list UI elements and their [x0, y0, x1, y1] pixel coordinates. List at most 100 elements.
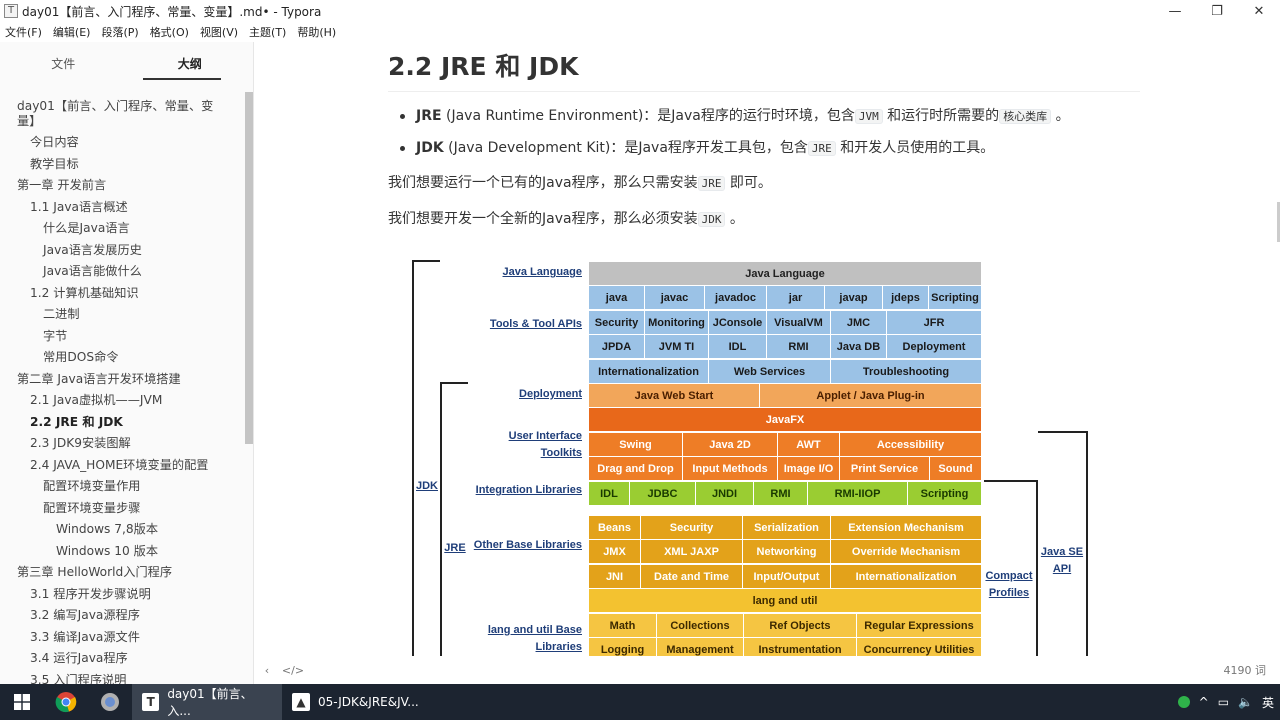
title-bar: T day01【前言、入门程序、常量、变量】.md• - Typora — ❐ … — [0, 0, 1280, 22]
diagram-cell: AWT — [778, 433, 840, 457]
diagram-cell: javac — [645, 286, 705, 310]
outline-item[interactable]: Windows 10 版本 — [0, 541, 244, 563]
toggle-sidebar-button[interactable]: ‹ — [254, 664, 280, 677]
java-se-api-label: Java SE API — [1040, 544, 1084, 578]
jdk-bracket — [412, 260, 440, 656]
menu-edit[interactable]: 编辑(E) — [53, 24, 91, 40]
sidebar-tabs: 文件 大纲 — [0, 42, 253, 82]
outline-item[interactable]: Java语言发展历史 — [0, 240, 244, 262]
diagram-cell: Input/Output — [743, 565, 831, 589]
tab-files[interactable]: 文件 — [0, 42, 127, 82]
diagram-row-label: lang and util Base Libraries — [487, 624, 582, 653]
ime-indicator[interactable]: 英 — [1262, 694, 1274, 711]
outline-item[interactable]: 2.4 JAVA_HOME环境变量的配置 — [0, 455, 244, 477]
menu-bar: 文件(F) 编辑(E) 段落(P) 格式(O) 视图(V) 主题(T) 帮助(H… — [0, 22, 1280, 42]
outline-item[interactable]: 1.1 Java语言概述 — [0, 197, 244, 219]
diagram-cell: Java DB — [831, 335, 887, 359]
diagram-cell: Security — [589, 311, 645, 335]
p1-text: 我们想要运行一个已有的Java程序，那么只需安装 — [388, 175, 698, 191]
outline-item[interactable]: 什么是Java语言 — [0, 218, 244, 240]
network-icon[interactable]: ▭ — [1218, 695, 1229, 709]
outline-item[interactable]: day01【前言、入门程序、常量、变量】 — [0, 96, 244, 132]
source-mode-button[interactable]: </> — [280, 664, 306, 677]
jvm-code: JVM — [854, 109, 883, 124]
menu-paragraph[interactable]: 段落(P) — [101, 24, 138, 40]
diagram-cell: javadoc — [705, 286, 767, 310]
paragraph-run-jre: 我们想要运行一个已有的Java程序，那么只需安装 JRE 即可。 — [388, 173, 1140, 194]
diagram-cell: JMX — [589, 540, 641, 564]
windows-start-icon[interactable] — [0, 684, 44, 720]
menu-format[interactable]: 格式(O) — [150, 24, 189, 40]
menu-view[interactable]: 视图(V) — [200, 24, 238, 40]
editor[interactable]: 2.2 JRE 和 JDK JRE (Java Runtime Environm… — [255, 42, 1280, 656]
diagram-cell: Management — [657, 638, 744, 656]
outline-item[interactable]: 3.3 编译Java源文件 — [0, 627, 244, 649]
diagram-cell: Accessibility — [840, 433, 982, 457]
diagram-cell: Image I/O — [778, 457, 840, 481]
diagram-cell: IDL — [589, 482, 630, 506]
taskbar-typora[interactable]: T day01【前言、入... — [132, 684, 282, 720]
restore-button[interactable]: ❐ — [1196, 0, 1238, 22]
chrome-icon[interactable] — [44, 684, 88, 720]
section-heading: 2.2 JRE 和 JDK — [388, 42, 1140, 92]
outline-item[interactable]: 2.1 Java虚拟机——JVM — [0, 390, 244, 412]
menu-help[interactable]: 帮助(H) — [297, 24, 336, 40]
outline-item[interactable]: 3.1 程序开发步骤说明 — [0, 584, 244, 606]
diagram-cell: Collections — [657, 614, 744, 638]
taskbar-image-label: 05-JDK&JRE&JV... — [318, 695, 419, 709]
diagram-cell: Override Mechanism — [831, 540, 982, 564]
diagram-cell: Sound — [930, 457, 982, 481]
word-count[interactable]: 4190 词 — [1224, 662, 1267, 678]
jdk-text-1: (Java Development Kit)：是Java程序开发工具包，包含 — [443, 140, 808, 156]
jre-code: JRE — [807, 141, 836, 156]
outline-item[interactable]: 第一章 开发前言 — [0, 175, 244, 197]
outline-item[interactable]: 配置环境变量步骤 — [0, 498, 244, 520]
outline-item[interactable]: 3.2 编写Java源程序 — [0, 605, 244, 627]
diagram-cell: Java 2D — [683, 433, 778, 457]
outline-item[interactable]: 2.2 JRE 和 JDK — [0, 412, 244, 434]
diagram-cell: JavaFX — [589, 408, 982, 432]
jdk-label: JDK — [414, 478, 440, 495]
outline-item[interactable]: 教学目标 — [0, 154, 244, 176]
tray-chevron-icon[interactable]: ^ — [1199, 695, 1209, 709]
outline-item[interactable]: 2.3 JDK9安装图解 — [0, 433, 244, 455]
diagram-cell: Extension Mechanism — [831, 516, 982, 540]
outline-item[interactable]: 今日内容 — [0, 132, 244, 154]
diagram-cell: RMI — [754, 482, 808, 506]
volume-icon[interactable]: 🔈 — [1238, 695, 1253, 709]
diagram-row-label: Integration Libraries — [475, 484, 582, 496]
taskbar-image-viewer[interactable]: ▲ 05-JDK&JRE&JV... — [282, 684, 432, 720]
tab-outline[interactable]: 大纲 — [127, 42, 254, 82]
outline-item[interactable]: Windows 7,8版本 — [0, 519, 244, 541]
minimize-button[interactable]: — — [1154, 0, 1196, 22]
outline-item[interactable]: 3.5 入门程序说明 — [0, 670, 244, 685]
close-button[interactable]: ✕ — [1238, 0, 1280, 22]
document: 2.2 JRE 和 JDK JRE (Java Runtime Environm… — [388, 42, 1140, 230]
outline-item[interactable]: 1.2 计算机基础知识 — [0, 283, 244, 305]
outline-item[interactable]: 第二章 Java语言开发环境搭建 — [0, 369, 244, 391]
diagram-cell: Serialization — [743, 516, 831, 540]
diagram-cell: Swing — [589, 433, 683, 457]
diagram-cell: Scripting — [908, 482, 982, 506]
outline-item[interactable]: 字节 — [0, 326, 244, 348]
outline-item[interactable]: 3.4 运行Java程序 — [0, 648, 244, 670]
tray-green-icon[interactable] — [1177, 696, 1190, 708]
outline-item[interactable]: 常用DOS命令 — [0, 347, 244, 369]
outline-item[interactable]: Java语言能做什么 — [0, 261, 244, 283]
jdk-text-2: 和开发人员使用的工具。 — [835, 140, 995, 156]
app-icon[interactable] — [88, 684, 132, 720]
menu-theme[interactable]: 主题(T) — [249, 24, 286, 40]
diagram-cell: RMI-IIOP — [808, 482, 908, 506]
sidebar-scrollbar[interactable] — [245, 92, 253, 444]
core-lib-code: 核心类库 — [999, 109, 1052, 124]
outline-item[interactable]: 第三章 HelloWorld入门程序 — [0, 562, 244, 584]
diagram-cell: Date and Time — [641, 565, 743, 589]
outline-item[interactable]: 配置环境变量作用 — [0, 476, 244, 498]
diagram-cell: Applet / Java Plug-in — [760, 384, 982, 408]
menu-file[interactable]: 文件(F) — [5, 24, 42, 40]
diagram-row-label: Tools & Tool APIs — [489, 318, 582, 330]
typora-app-icon: T — [4, 4, 18, 18]
jre-text-2: 和运行时所需要的 — [882, 108, 1000, 124]
diagram-cell: Deployment — [887, 335, 982, 359]
outline-item[interactable]: 二进制 — [0, 304, 244, 326]
